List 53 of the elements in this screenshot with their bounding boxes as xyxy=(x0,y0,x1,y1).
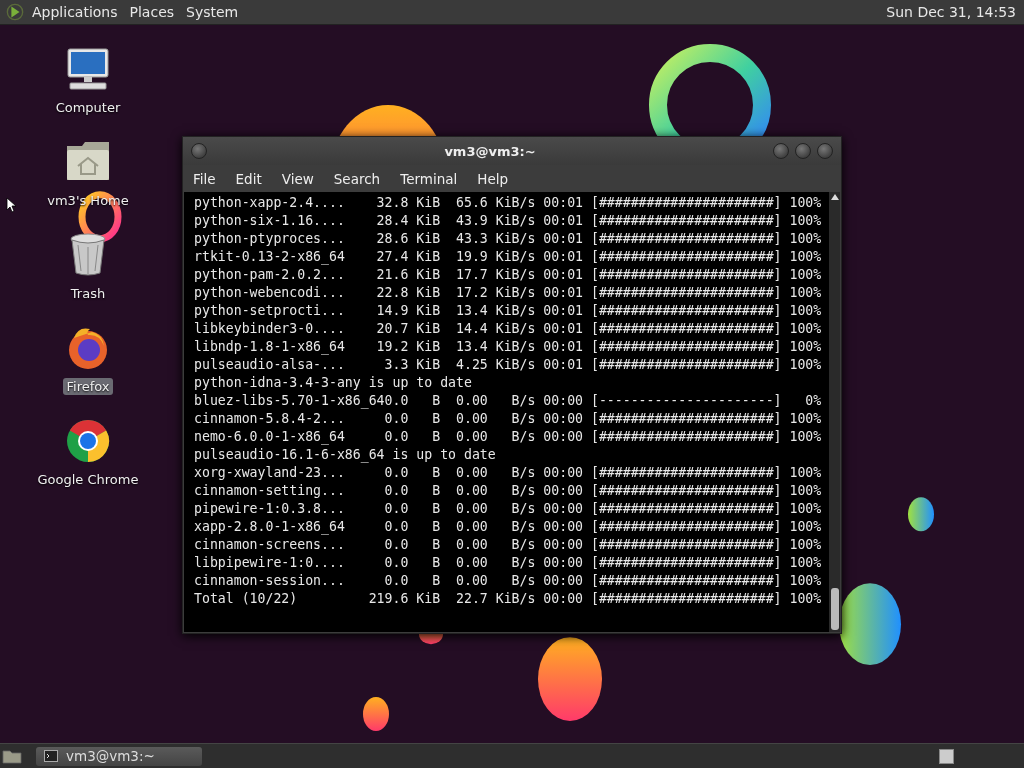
maximize-button[interactable] xyxy=(795,143,811,159)
taskbar-button[interactable]: vm3@vm3:~ xyxy=(36,746,202,766)
scroll-up-arrow-icon[interactable] xyxy=(830,194,839,200)
terminal-line: python-setprocti... 14.9 KiB 13.4 KiB/s 00:01 [######################] 100% xyxy=(194,302,823,320)
icon-label[interactable]: Firefox xyxy=(63,378,113,395)
menu-item[interactable]: View xyxy=(281,171,314,187)
terminal-line: cinnamon-5.8.4-2... 0.0 B 0.00 B/s 00:00 [######################] 100% xyxy=(194,410,823,428)
terminal-line: pulseaudio-alsa-... 3.3 KiB 4.25 KiB/s 00:01 [######################] 100% xyxy=(194,356,823,374)
icon-label[interactable]: Trash xyxy=(67,285,109,302)
menu-item[interactable]: Help xyxy=(477,171,509,187)
terminal-line: libndp-1.8-1-x86_64 19.2 KiB 13.4 KiB/s 00:01 [######################] 100% xyxy=(194,338,823,356)
clock[interactable]: Sun Dec 31, 14:53 xyxy=(886,4,1016,20)
window-menu-button[interactable] xyxy=(191,143,207,159)
terminal-line: python-xapp-2.4.... 32.8 KiB 65.6 KiB/s 00:01 [######################] 100% xyxy=(194,194,823,212)
terminal-line: cinnamon-setting... 0.0 B 0.00 B/s 00:00 [######################] 100% xyxy=(194,482,823,500)
terminal-line: pulseaudio-16.1-6-x86_64 is up to date xyxy=(194,446,497,464)
icon-label[interactable]: Google Chrome xyxy=(34,471,142,488)
scrollbar[interactable] xyxy=(829,192,840,632)
chrome-logo-icon[interactable] xyxy=(64,417,112,465)
terminal-icon xyxy=(44,750,58,762)
menu-item[interactable]: Terminal xyxy=(400,171,458,187)
terminal-line: cinnamon-screens... 0.0 B 0.00 B/s 00:00 [######################] 100% xyxy=(194,536,823,554)
scrollbar-thumb[interactable] xyxy=(830,588,839,630)
menu-item[interactable]: Search xyxy=(333,171,381,187)
folder-icon[interactable] xyxy=(2,748,22,764)
terminal-line: python-six-1.16.... 28.4 KiB 43.9 KiB/s 00:01 [######################] 100% xyxy=(194,212,823,230)
terminal-line: python-ptyproces... 28.6 KiB 43.3 KiB/s 00:01 [######################] 100% xyxy=(194,230,823,248)
workspace-switcher[interactable] xyxy=(939,748,954,764)
terminal-line: nemo-6.0.0-1-x86_64 0.0 B 0.00 B/s 00:00 [######################] 100% xyxy=(194,428,823,446)
terminal-line: bluez-libs-5.70-1-x86_640.0 B 0.00 B/s 00:00 [----------------------] 0% xyxy=(194,392,823,410)
terminal-line: xorg-xwayland-23... 0.0 B 0.00 B/s 00:00 [######################] 100% xyxy=(194,464,823,482)
terminal-line: xapp-2.8.0-1-x86_64 0.0 B 0.00 B/s 00:00 [######################] 100% xyxy=(194,518,823,536)
panel-menu[interactable]: Applications xyxy=(32,2,118,22)
terminal-line: Total (10/22) 219.6 KiB 22.7 KiB/s 00:00 [######################] 100% xyxy=(194,590,823,608)
terminal-line: cinnamon-session... 0.0 B 0.00 B/s 00:00 [######################] 100% xyxy=(194,572,823,590)
panel-menu[interactable]: System xyxy=(186,2,239,22)
mouse-pointer-icon xyxy=(6,197,16,213)
minimize-button[interactable] xyxy=(773,143,789,159)
computer-icon[interactable] xyxy=(64,45,112,93)
icon-label[interactable]: Computer xyxy=(52,99,124,116)
close-button[interactable] xyxy=(817,143,833,159)
terminal-line: pipewire-1:0.3.8... 0.0 B 0.00 B/s 00:00 [######################] 100% xyxy=(194,500,823,518)
play-logo-icon[interactable] xyxy=(6,3,24,21)
menu-item[interactable]: Edit xyxy=(235,171,262,187)
terminal-line: rtkit-0.13-2-x86_64 27.4 KiB 19.9 KiB/s 00:01 [######################] 100% xyxy=(194,248,823,266)
terminal-line: libkeybinder3-0.... 20.7 KiB 14.4 KiB/s 00:01 [######################] 100% xyxy=(194,320,823,338)
terminal-line: python-webencodi... 22.8 KiB 17.2 KiB/s 00:01 [######################] 100% xyxy=(194,284,823,302)
menu-item[interactable]: File xyxy=(193,171,216,187)
terminal-line: python-idna-3.4-3-any is up to date xyxy=(194,374,473,392)
terminal-line: python-pam-2.0.2... 21.6 KiB 17.7 KiB/s 00:01 [######################] 100% xyxy=(194,266,823,284)
terminal-line: libpipewire-1:0.... 0.0 B 0.00 B/s 00:00 [######################] 100% xyxy=(194,554,823,572)
panel-menu[interactable]: Places xyxy=(129,2,175,22)
window-title: vm3@vm3:~ xyxy=(443,143,537,159)
